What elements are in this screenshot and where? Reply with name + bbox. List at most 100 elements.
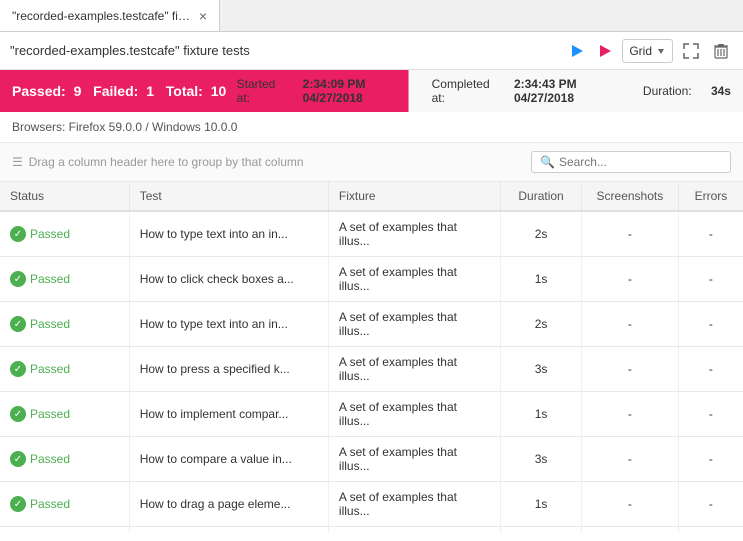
tab-bar: "recorded-examples.testcafe" fixture... … xyxy=(0,0,743,32)
cell-errors: - xyxy=(678,257,743,302)
table-row[interactable]: ✓PassedHow to type text into an in...A s… xyxy=(0,302,743,347)
cell-screenshots: - xyxy=(581,392,678,437)
cell-screenshots: - xyxy=(581,437,678,482)
pass-icon: ✓ xyxy=(10,271,26,287)
passed-label: Passed: xyxy=(12,83,66,99)
started-label: Started at: xyxy=(237,77,284,105)
expand-button[interactable] xyxy=(679,39,703,63)
table-row[interactable]: ✓PassedHow to drag a page eleme...A set … xyxy=(0,482,743,527)
table-row[interactable]: ✓ Passed How to type text into an in...A s… xyxy=(0,211,743,257)
cell-duration: 2s xyxy=(501,302,582,347)
status-label: Passed xyxy=(30,272,70,286)
table-row[interactable]: ✓Passed How to implement compar...A set o… xyxy=(0,392,743,437)
cell-status: ✓Passed xyxy=(0,392,129,437)
cell-duration: 1s xyxy=(501,392,582,437)
play-button[interactable] xyxy=(566,40,588,62)
started-time: 2:34:09 PM 04/27/2018 xyxy=(303,77,409,105)
cell-screenshots: - xyxy=(581,302,678,347)
cell-errors: - xyxy=(678,302,743,347)
cell-fixture: A set of examples that illus... xyxy=(328,527,500,534)
search-input[interactable] xyxy=(559,155,722,169)
cell-screenshots: - xyxy=(581,257,678,302)
cell-status: ✓ Passed xyxy=(0,211,129,257)
col-header-duration: Duration xyxy=(501,182,582,211)
tab-title: "recorded-examples.testcafe" fixture... xyxy=(12,9,191,23)
cell-screenshots: - xyxy=(581,527,678,534)
status-label: Passed xyxy=(30,227,70,241)
cell-fixture: A set of examples that illus... xyxy=(328,211,500,257)
browser-info: Browsers: Firefox 59.0.0 / Windows 10.0.… xyxy=(0,112,743,143)
status-passed: ✓ Passed xyxy=(10,226,119,242)
pass-icon: ✓ xyxy=(10,451,26,467)
cell-duration: 1s xyxy=(501,482,582,527)
status-passed: ✓ Passed xyxy=(10,496,119,512)
failed-label: Failed: xyxy=(93,83,138,99)
table-row[interactable]: ✓PassedHow to press a specified k...A se… xyxy=(0,347,743,392)
toolbar: "recorded-examples.testcafe" fixture tes… xyxy=(0,32,743,70)
cell-test: How to implement compar... xyxy=(129,392,328,437)
drag-icon: ☰ xyxy=(12,155,23,169)
col-header-test: Test xyxy=(129,182,328,211)
cell-status: ✓ Passed xyxy=(0,257,129,302)
cell-duration: 3s xyxy=(501,347,582,392)
cell-duration: 3s xyxy=(501,437,582,482)
total-label: Total: xyxy=(166,83,203,99)
results-table: Status Test Fixture Duration Screenshots… xyxy=(0,182,743,533)
status-passed: ✓Passed xyxy=(10,406,119,422)
table-header: Status Test Fixture Duration Screenshots… xyxy=(0,182,743,211)
status-label: Passed xyxy=(30,317,70,331)
results-table-container: Status Test Fixture Duration Screenshots… xyxy=(0,182,743,533)
table-body: ✓PassedHow to type text into an in...A s… xyxy=(0,211,743,533)
play-next-button[interactable] xyxy=(594,40,616,62)
cell-screenshots: - xyxy=(581,482,678,527)
view-dropdown[interactable]: Grid xyxy=(622,39,673,63)
status-passed: ✓Passed xyxy=(10,361,119,377)
cell-fixture: A set of examples that illus... xyxy=(328,482,500,527)
delete-button[interactable] xyxy=(709,39,733,63)
tab-close-button[interactable]: × xyxy=(199,8,207,24)
search-icon: 🔍 xyxy=(540,155,555,169)
status-passed: ✓ Passed xyxy=(10,316,119,332)
cell-errors: - xyxy=(678,437,743,482)
col-header-errors: Errors xyxy=(678,182,743,211)
cell-errors: - xyxy=(678,347,743,392)
cell-errors: - xyxy=(678,211,743,257)
passed-count: 9 xyxy=(74,83,82,99)
table-row[interactable]: ✓ Passed How to click check boxes a...A se… xyxy=(0,257,743,302)
cell-test: How to click check boxes a... xyxy=(129,257,328,302)
pass-icon: ✓ xyxy=(10,226,26,242)
cell-fixture: A set of examples that illus... xyxy=(328,257,500,302)
col-header-screenshots: Screenshots xyxy=(581,182,678,211)
summary-details: Started at: 2:34:09 PM 04/27/2018 Comple… xyxy=(227,77,731,105)
cell-status: ✓Passed xyxy=(0,527,129,534)
cell-fixture: A set of examples that illus... xyxy=(328,392,500,437)
cell-duration: 2s xyxy=(501,211,582,257)
pass-icon: ✓ xyxy=(10,316,26,332)
col-header-status: Status xyxy=(0,182,129,211)
completed-label: Completed at: xyxy=(432,77,495,105)
total-count: 10 xyxy=(211,83,227,99)
col-header-fixture: Fixture xyxy=(328,182,500,211)
status-passed: ✓ Passed xyxy=(10,271,119,287)
cell-errors: - xyxy=(678,482,743,527)
toolbar-controls: Grid xyxy=(566,39,733,63)
cell-duration: 1s xyxy=(501,257,582,302)
pass-icon: ✓ xyxy=(10,496,26,512)
status-label: Passed xyxy=(30,452,70,466)
table-row[interactable]: ✓PassedHow to select text in an inp...A … xyxy=(0,527,743,534)
cell-status: ✓ Passed xyxy=(0,482,129,527)
summary-bar: Passed: 9 Failed: 1 Total: 10 Started at… xyxy=(0,70,743,112)
failed-count: 1 xyxy=(146,83,154,99)
table-row[interactable]: ✓PassedHow to compare a value in...A set… xyxy=(0,437,743,482)
group-header-text: Drag a column header here to group by th… xyxy=(29,155,304,169)
toolbar-title: "recorded-examples.testcafe" fixture tes… xyxy=(10,43,566,58)
status-label: Passed xyxy=(30,497,70,511)
cell-screenshots: - xyxy=(581,347,678,392)
group-header: ☰ Drag a column header here to group by … xyxy=(0,143,743,182)
active-tab[interactable]: "recorded-examples.testcafe" fixture... … xyxy=(0,0,220,31)
search-box[interactable]: 🔍 xyxy=(531,151,731,173)
cell-test: How to type text into an in... xyxy=(129,302,328,347)
cell-errors: - xyxy=(678,527,743,534)
status-passed: ✓ Passed xyxy=(10,451,119,467)
cell-test: How to type text into an in... xyxy=(129,211,328,257)
